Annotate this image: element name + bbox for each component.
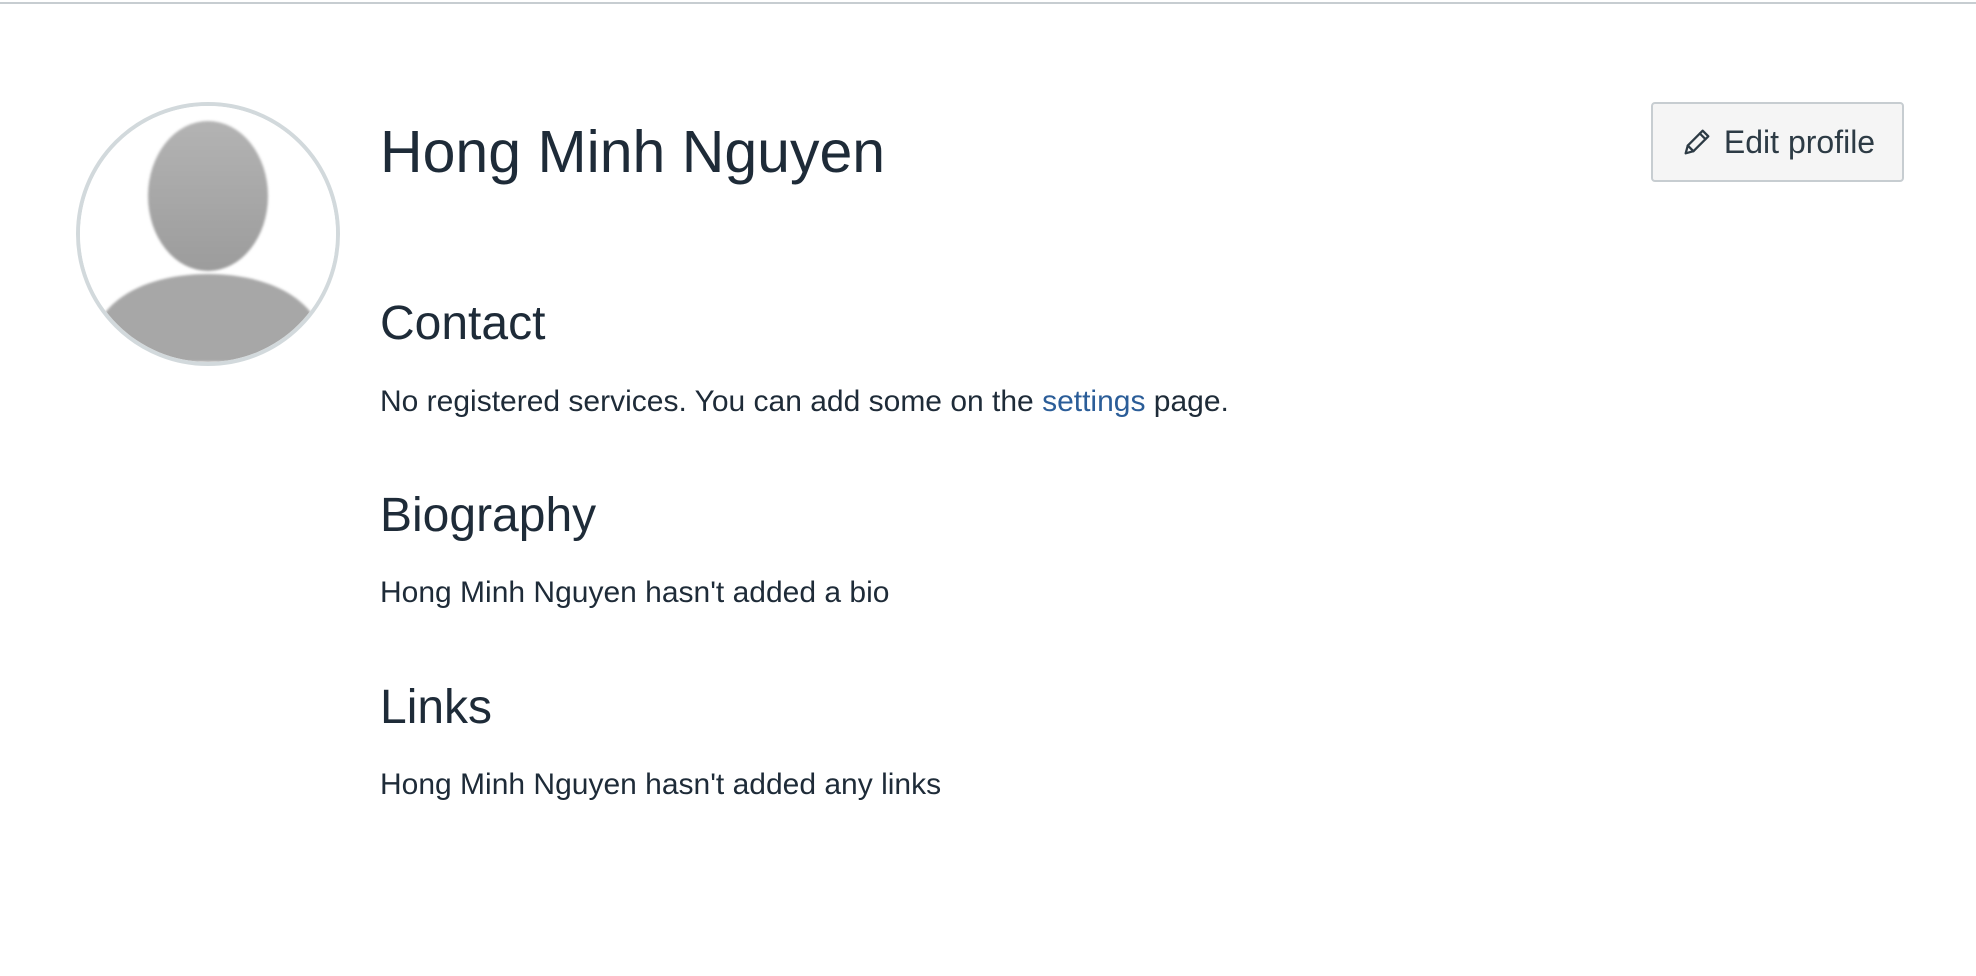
- biography-heading: Biography: [380, 489, 597, 542]
- default-avatar-icon: [80, 106, 336, 362]
- contact-text-end: page.: [1145, 385, 1229, 418]
- biography-text: Hong Minh Nguyen hasn't added a bio: [380, 576, 890, 609]
- avatar: [76, 102, 340, 366]
- contact-text-start: No registered services. You can add some…: [380, 385, 1043, 418]
- pencil-icon: [1680, 125, 1714, 159]
- settings-link[interactable]: settings: [1042, 385, 1145, 418]
- edit-profile-button[interactable]: Edit profile: [1651, 102, 1904, 182]
- edit-profile-label: Edit profile: [1723, 123, 1876, 160]
- links-text: Hong Minh Nguyen hasn't added any links: [380, 768, 942, 801]
- user-name: Hong Minh Nguyen: [380, 119, 886, 185]
- links-heading: Links: [380, 681, 493, 734]
- top-divider: [0, 0, 1976, 4]
- contact-text: No registered services. You can add some…: [380, 385, 1229, 419]
- contact-heading: Contact: [380, 297, 546, 350]
